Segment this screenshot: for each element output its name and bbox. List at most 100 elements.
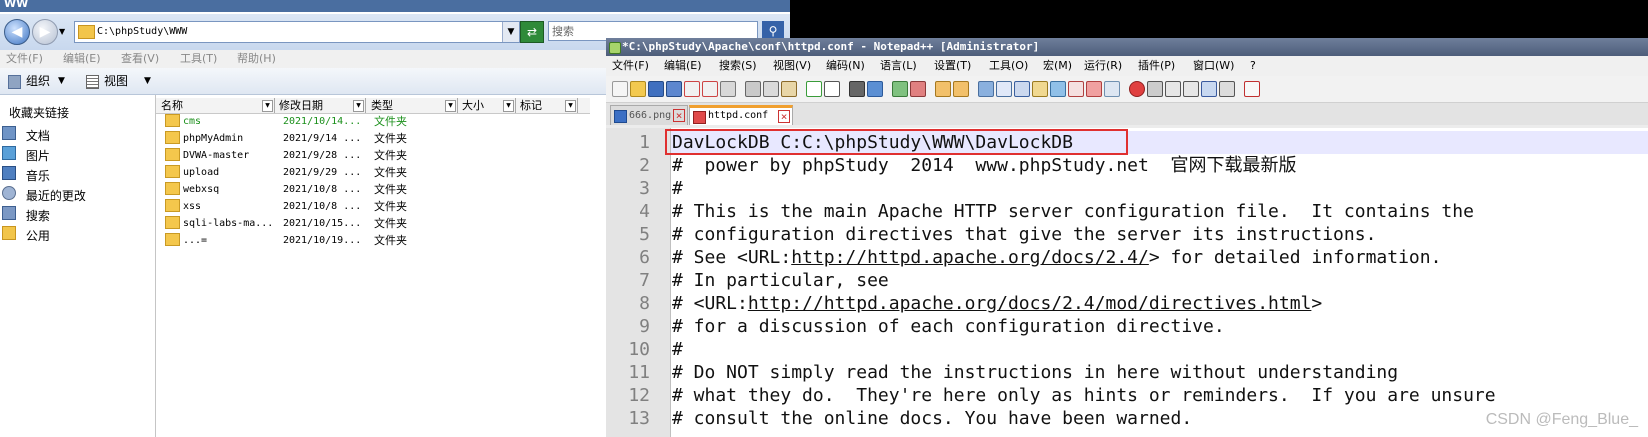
- nav-item-pictures[interactable]: 图片: [2, 146, 50, 164]
- menu-help[interactable]: 帮助(H): [237, 50, 276, 68]
- npp-menu-language[interactable]: 语言(L): [880, 56, 917, 76]
- folder-as-workspace-icon[interactable]: [1050, 81, 1066, 97]
- show-all-characters-icon[interactable]: [996, 81, 1012, 97]
- file-row[interactable]: xss 2021/10/8 ... 文件夹: [165, 199, 407, 215]
- redo-icon[interactable]: [824, 81, 840, 97]
- npp-menu-view[interactable]: 视图(V): [773, 56, 811, 76]
- back-button[interactable]: ◀: [4, 19, 30, 45]
- column-name[interactable]: 名称 ▼: [159, 98, 275, 113]
- views-button[interactable]: 视图: [104, 68, 128, 94]
- open-file-icon[interactable]: [630, 81, 646, 97]
- nav-item-recent[interactable]: 最近的更改: [2, 186, 86, 204]
- play-macro-multiple-icon[interactable]: [1183, 81, 1199, 97]
- code-line[interactable]: # This is the main Apache HTTP server co…: [672, 200, 1474, 223]
- find-icon[interactable]: [849, 81, 865, 97]
- record-macro-icon[interactable]: [1129, 81, 1145, 97]
- column-date[interactable]: 修改日期 ▼: [277, 98, 366, 113]
- print-icon[interactable]: [720, 81, 736, 97]
- organize-button[interactable]: 组织: [26, 68, 50, 94]
- save-all-icon[interactable]: [666, 81, 682, 97]
- npp-menu-macro[interactable]: 宏(M): [1043, 56, 1072, 76]
- sync-horizontal-icon[interactable]: [953, 81, 969, 97]
- code-line[interactable]: #: [672, 177, 683, 200]
- address-dropdown-button[interactable]: ▼: [502, 22, 519, 42]
- language-icon[interactable]: [1032, 81, 1048, 97]
- code-line[interactable]: # In particular, see: [672, 269, 889, 292]
- npp-menu-edit[interactable]: 编辑(E): [664, 56, 702, 76]
- code-url-link[interactable]: http://httpd.apache.org/docs/2.4/: [791, 247, 1149, 268]
- menu-tools[interactable]: 工具(T): [180, 50, 217, 68]
- npp-menu-window[interactable]: 窗口(W): [1193, 56, 1234, 76]
- views-chevron-icon[interactable]: ▼: [144, 68, 151, 94]
- menu-file[interactable]: 文件(F): [6, 50, 43, 68]
- copy-icon[interactable]: [763, 81, 779, 97]
- undo-icon[interactable]: [806, 81, 822, 97]
- replace-icon[interactable]: [867, 81, 883, 97]
- code-line[interactable]: # power by phpStudy 2014 www.phpStudy.ne…: [672, 154, 1297, 177]
- play-macro-icon[interactable]: [1165, 81, 1181, 97]
- column-dropdown-icon[interactable]: ▼: [353, 100, 364, 112]
- npp-menu-encoding[interactable]: 编码(N): [826, 56, 865, 76]
- file-row[interactable]: upload 2021/9/29 ... 文件夹: [165, 165, 407, 181]
- recent-pages-chevron-icon[interactable]: ▼: [59, 27, 65, 36]
- column-dropdown-icon[interactable]: ▼: [262, 100, 273, 112]
- code-line[interactable]: # for a discussion of each configuration…: [672, 315, 1225, 338]
- column-dropdown-icon[interactable]: ▼: [565, 100, 576, 112]
- zoom-out-icon[interactable]: [910, 81, 926, 97]
- spell-check-icon[interactable]: [1244, 81, 1260, 97]
- nav-item-music[interactable]: 音乐: [2, 166, 50, 184]
- close-all-icon[interactable]: [702, 81, 718, 97]
- npp-menu-search[interactable]: 搜索(S): [719, 56, 757, 76]
- function-list-icon[interactable]: [1086, 81, 1102, 97]
- file-row[interactable]: ...= 2021/10/19... 文件夹: [165, 233, 407, 249]
- npp-menu-plugins[interactable]: 插件(P): [1138, 56, 1175, 76]
- code-line[interactable]: #: [672, 338, 683, 361]
- file-row[interactable]: cms 2021/10/14... 文件夹: [165, 114, 407, 130]
- nav-item-search[interactable]: 搜索: [2, 206, 50, 224]
- word-wrap-icon[interactable]: [978, 81, 994, 97]
- code-line[interactable]: # consult the online docs. You have been…: [672, 407, 1192, 430]
- menu-edit[interactable]: 编辑(E): [63, 50, 101, 68]
- file-row[interactable]: DVWA-master 2021/9/28 ... 文件夹: [165, 148, 407, 164]
- npp-menu-file[interactable]: 文件(F): [612, 56, 649, 76]
- close-file-icon[interactable]: [684, 81, 700, 97]
- zoom-in-icon[interactable]: [892, 81, 908, 97]
- address-input[interactable]: C:\phpStudy\WWW ▼: [74, 21, 520, 43]
- npp-menu-run[interactable]: 运行(R): [1084, 56, 1122, 76]
- file-row[interactable]: webxsq 2021/10/8 ... 文件夹: [165, 182, 407, 198]
- code-line[interactable]: # Do NOT simply read the instructions in…: [672, 361, 1398, 384]
- file-row[interactable]: phpMyAdmin 2021/9/14 ... 文件夹: [165, 131, 407, 147]
- sync-vertical-icon[interactable]: [935, 81, 951, 97]
- column-dropdown-icon[interactable]: ▼: [445, 100, 456, 112]
- nav-item-documents[interactable]: 文档: [2, 126, 50, 144]
- npp-menu-help[interactable]: ?: [1250, 56, 1256, 76]
- organize-chevron-icon[interactable]: ▼: [58, 68, 65, 94]
- paste-icon[interactable]: [781, 81, 797, 97]
- column-type[interactable]: 类型 ▼: [369, 98, 458, 113]
- forward-button[interactable]: ▶: [32, 19, 58, 45]
- code-url-link[interactable]: http://httpd.apache.org/docs/2.4/mod/dir…: [748, 293, 1312, 314]
- indent-guide-icon[interactable]: [1014, 81, 1030, 97]
- column-tags[interactable]: 标记 ▼: [518, 98, 578, 113]
- file-row[interactable]: sqli-labs-ma... 2021/10/15... 文件夹: [165, 216, 407, 232]
- close-tab-icon[interactable]: ×: [673, 109, 685, 122]
- new-file-icon[interactable]: [612, 81, 628, 97]
- tab-666-png[interactable]: 666.png ×: [610, 105, 688, 125]
- code-line[interactable]: # <URL:http://httpd.apache.org/docs/2.4/…: [672, 292, 1322, 315]
- save-icon[interactable]: [648, 81, 664, 97]
- menu-view[interactable]: 查看(V): [121, 50, 159, 68]
- nav-item-public[interactable]: 公用: [2, 226, 50, 244]
- npp-menu-settings[interactable]: 设置(T): [934, 56, 971, 76]
- code-line[interactable]: # configuration directives that give the…: [672, 223, 1376, 246]
- save-macro-icon[interactable]: [1201, 81, 1217, 97]
- column-dropdown-icon[interactable]: ▼: [503, 100, 514, 112]
- document-map-icon[interactable]: [1068, 81, 1084, 97]
- npp-menu-tools[interactable]: 工具(O): [989, 56, 1028, 76]
- refresh-go-button[interactable]: ⇄: [520, 21, 544, 43]
- tab-httpd-conf[interactable]: httpd.conf ×: [689, 105, 793, 125]
- run-icon[interactable]: [1219, 81, 1235, 97]
- column-size[interactable]: 大小 ▼: [460, 98, 516, 113]
- close-tab-icon[interactable]: ×: [778, 110, 790, 123]
- cut-icon[interactable]: [745, 81, 761, 97]
- code-line[interactable]: # what they do. They're here only as hin…: [672, 384, 1496, 407]
